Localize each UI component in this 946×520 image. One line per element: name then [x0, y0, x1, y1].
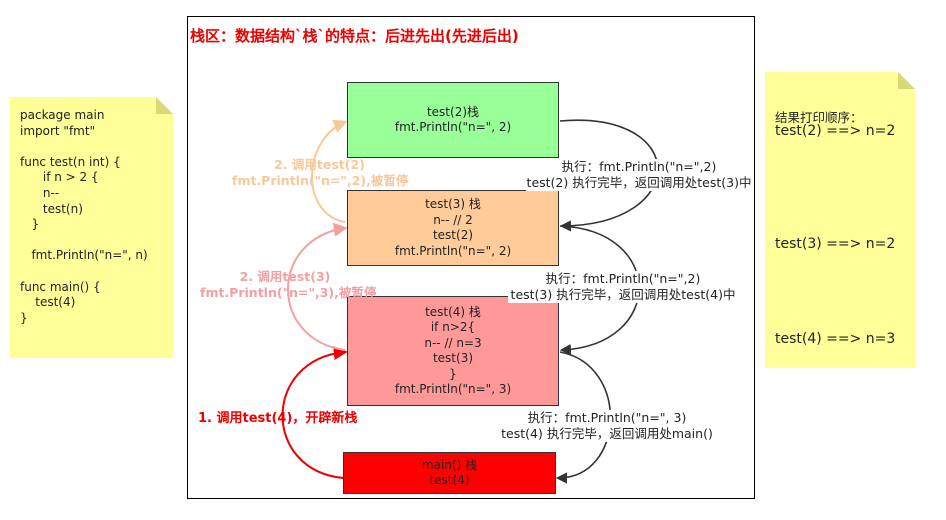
label-line: 2. 调用test(2)	[274, 157, 365, 172]
label-line: 1. 调用test(4)，开辟新栈	[198, 411, 358, 426]
stack-frame-test4: test(4) 栈 if n>2{n-- // n=3 test(3)} fmt.Pr…	[347, 296, 559, 406]
stack-frame-line: test(3) 栈	[425, 197, 481, 211]
stack-frame-test2: test(2)栈 fmt.Println("n=", 2)	[347, 82, 559, 158]
stack-frame-line: fmt.Println("n=", 2)	[394, 120, 512, 134]
call-label-test3: 2. 调用test(3) fmt.Println("n=",3),被暂停	[200, 269, 377, 301]
label-line: 执行：fmt.Println("n=", 3)	[527, 410, 687, 425]
stack-frame-line: fmt.Println("n=", 2)	[394, 243, 512, 258]
return-label-test2: 执行：fmt.Println("n=",2) test(2) 执行完毕，返回调用处…	[526, 159, 752, 191]
return-label-test3: 执行：fmt.Println("n=",2) test(3) 执行完毕，返回调用处…	[508, 271, 738, 303]
result-note: 结果打印顺序： test(2) ==> n=2 test(3) ==> n=2 …	[765, 72, 915, 368]
stack-frame-line: n-- // n=3	[424, 335, 482, 350]
label-line: 执行：fmt.Println("n=",2)	[561, 159, 717, 174]
return-label-test4: 执行：fmt.Println("n=", 3) test(4) 执行完毕，返回调用…	[498, 410, 716, 442]
stack-frame-line: test(4)	[429, 473, 470, 487]
stack-frame-line: main() 栈	[421, 457, 478, 472]
label-line: 执行：fmt.Println("n=",2)	[545, 271, 701, 286]
result-line-test4: test(4) ==> n=3	[775, 331, 896, 347]
label-line: test(3) 执行完毕，返回调用处test(4)中	[510, 287, 736, 302]
result-line-test3: test(3) ==> n=2	[775, 236, 896, 252]
call-label-test4: 1. 调用test(4)，开辟新栈	[198, 411, 378, 427]
label-line: 2. 调用test(3)	[239, 269, 331, 284]
stack-frame-line: fmt.Println("n=", 3)	[394, 382, 512, 396]
stack-frame-line: n-- // 2	[433, 212, 473, 227]
label-line: test(4) 执行完毕，返回调用处main()	[501, 426, 713, 441]
stack-frame-line: test(3)	[432, 351, 474, 365]
stack-frame-test3: test(3) 栈 n-- // 2 test(2) fmt.Println("n="…	[347, 190, 559, 266]
stack-frame-line: test(4) 栈	[425, 304, 481, 319]
stack-frame-line: }	[449, 366, 457, 381]
label-line: test(2) 执行完毕，返回调用处test(3)中	[526, 175, 752, 190]
label-line: fmt.Println("n=",2),被暂停	[232, 173, 409, 188]
stack-frame-main: main() 栈 test(4)	[343, 452, 556, 494]
call-label-test2: 2. 调用test(2) fmt.Println("n=",2),被暂停	[232, 157, 409, 189]
note-fold-corner	[898, 72, 915, 89]
stack-frame-line: if n>2{	[430, 320, 476, 334]
result-line-test2: test(2) ==> n=2	[775, 123, 896, 139]
stack-frame-line: test(2)栈	[426, 104, 480, 119]
label-line: fmt.Println("n=",3),被暂停	[200, 285, 377, 300]
stack-frame-line: test(2)	[432, 228, 474, 242]
